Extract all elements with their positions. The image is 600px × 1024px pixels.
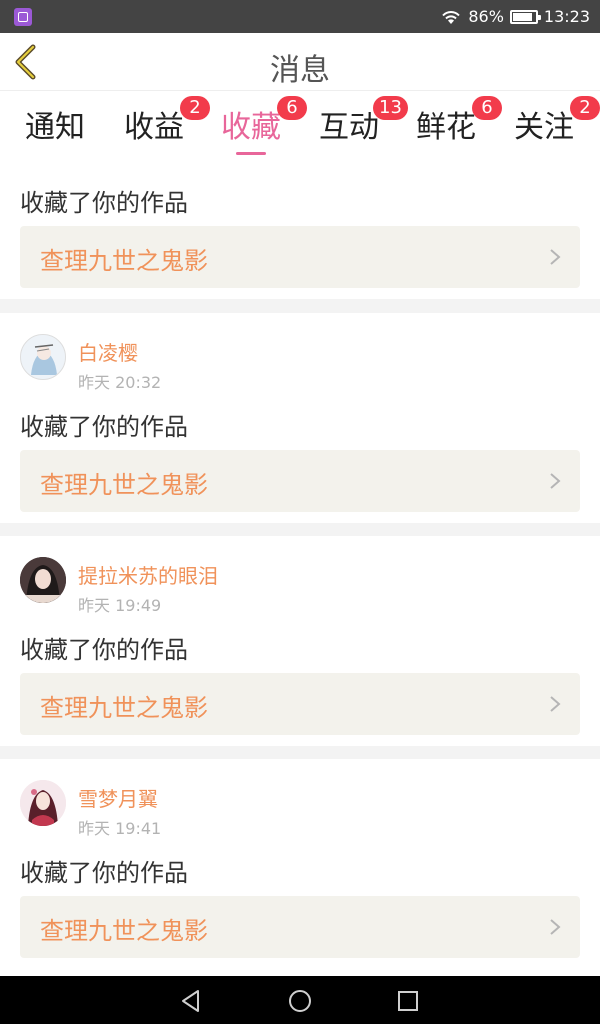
app-header: 消息 — [0, 33, 600, 91]
work-title: 查理九世之鬼影 — [40, 471, 208, 499]
active-tab-indicator — [236, 152, 266, 155]
status-bar: 86% 13:23 — [0, 0, 600, 33]
work-link[interactable]: 查理九世之鬼影 — [20, 450, 580, 512]
tab-label: 收藏 — [221, 110, 281, 145]
work-title: 查理九世之鬼影 — [40, 917, 208, 945]
action-text: 收藏了你的作品 — [20, 859, 188, 887]
timestamp: 昨天 19:41 — [78, 819, 162, 838]
list-item: 白凌樱 昨天 20:32 收藏了你的作品 查理九世之鬼影 — [0, 313, 600, 523]
chevron-right-icon — [550, 249, 561, 265]
timestamp: 昨天 19:49 — [78, 596, 162, 615]
chevron-right-icon — [550, 919, 561, 935]
work-title: 查理九世之鬼影 — [40, 247, 208, 275]
gallery-app-icon — [14, 8, 32, 26]
tab-label: 通知 — [25, 110, 85, 145]
tab-label: 互动 — [319, 110, 379, 145]
avatar[interactable] — [20, 780, 66, 826]
tab-favorites[interactable]: 收藏 6 — [201, 96, 307, 155]
back-triangle-icon[interactable] — [178, 988, 204, 1014]
tab-bar: 通知 收益 2 收藏 6 互动 13 鲜花 6 关注 2 — [0, 92, 600, 158]
tab-notice[interactable]: 通知 — [5, 102, 105, 146]
tab-income[interactable]: 收益 2 — [104, 96, 210, 146]
unread-badge: 2 — [570, 96, 600, 120]
message-list[interactable]: 收藏了你的作品 查理九世之鬼影 白凌樱 昨天 20:32 收藏了你的作品 查理九… — [0, 158, 600, 976]
wifi-icon — [442, 10, 461, 24]
home-circle-icon[interactable] — [287, 988, 313, 1014]
tab-flowers[interactable]: 鲜花 6 — [396, 96, 502, 146]
list-item: 雪梦月翼 昨天 19:41 收藏了你的作品 查理九世之鬼影 — [0, 759, 600, 976]
timestamp: 昨天 20:32 — [78, 373, 162, 392]
avatar[interactable] — [20, 334, 66, 380]
page-title: 消息 — [270, 53, 330, 88]
battery-icon — [509, 9, 541, 24]
system-nav-bar — [0, 976, 600, 1024]
tab-label: 收益 — [124, 110, 184, 145]
work-title: 查理九世之鬼影 — [40, 694, 208, 722]
username[interactable]: 雪梦月翼 — [78, 783, 158, 812]
clock: 13:23 — [543, 7, 590, 26]
work-link[interactable]: 查理九世之鬼影 — [20, 896, 580, 958]
chevron-right-icon — [550, 696, 561, 712]
list-item: 提拉米苏的眼泪 昨天 19:49 收藏了你的作品 查理九世之鬼影 — [0, 536, 600, 746]
action-text: 收藏了你的作品 — [20, 189, 188, 217]
avatar[interactable] — [20, 557, 66, 603]
battery-percent: 86% — [468, 7, 504, 26]
work-link[interactable]: 查理九世之鬼影 — [20, 226, 580, 288]
tab-label: 关注 — [514, 110, 574, 145]
chevron-right-icon — [550, 473, 561, 489]
tab-interactions[interactable]: 互动 13 — [299, 96, 408, 146]
tab-label: 鲜花 — [416, 110, 476, 145]
list-item: 收藏了你的作品 查理九世之鬼影 — [0, 158, 600, 299]
action-text: 收藏了你的作品 — [20, 636, 188, 664]
avatar-image — [20, 557, 66, 603]
username[interactable]: 提拉米苏的眼泪 — [78, 560, 218, 589]
avatar-image — [21, 335, 65, 379]
work-link[interactable]: 查理九世之鬼影 — [20, 673, 580, 735]
tab-follows[interactable]: 关注 2 — [494, 96, 600, 146]
recents-square-icon[interactable] — [395, 988, 421, 1014]
username[interactable]: 白凌樱 — [78, 337, 138, 366]
avatar-image — [20, 780, 66, 826]
action-text: 收藏了你的作品 — [20, 413, 188, 441]
